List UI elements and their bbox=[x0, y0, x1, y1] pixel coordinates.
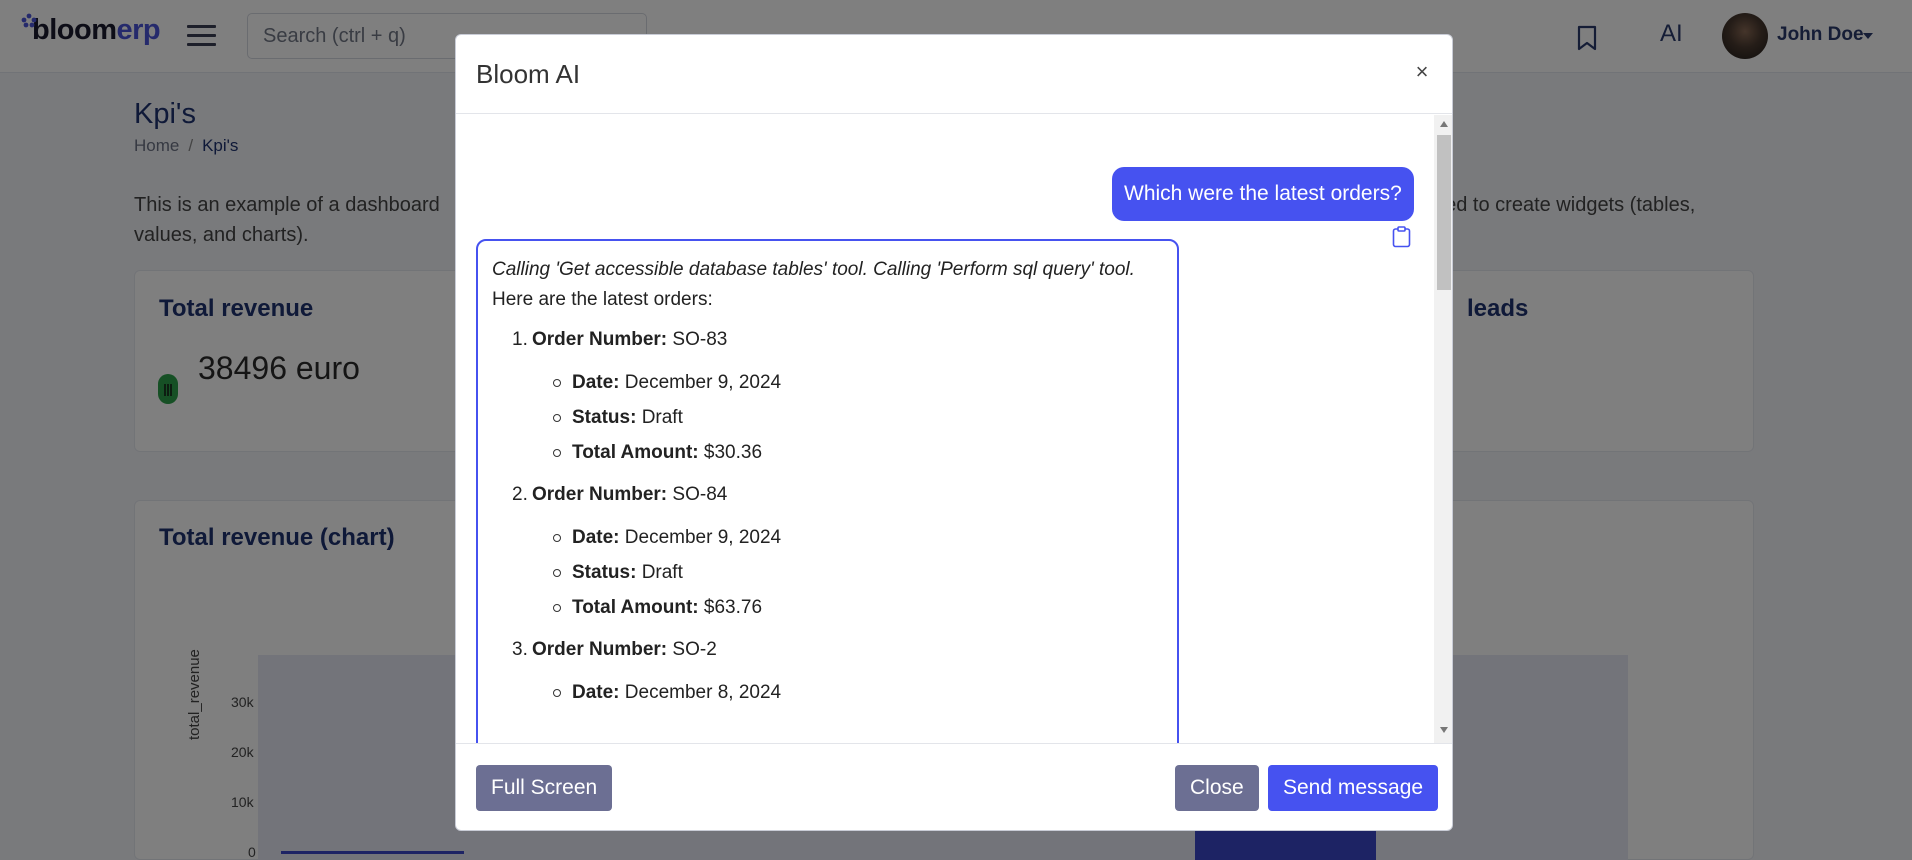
list-item: 3. Order Number: SO-2 Date: December 8, … bbox=[492, 635, 1163, 710]
scroll-thumb[interactable] bbox=[1437, 135, 1451, 290]
list-item: 2. Order Number: SO-84 Date: December 9,… bbox=[492, 480, 1163, 625]
list-item: 1. Order Number: SO-83 Date: December 9,… bbox=[492, 325, 1163, 470]
order-detail: Total Amount: $30.36 bbox=[553, 435, 1163, 470]
order-detail: Status: Draft bbox=[553, 400, 1163, 435]
send-message-button[interactable]: Send message bbox=[1268, 765, 1439, 811]
user-message-bubble: Which were the latest orders? bbox=[1112, 167, 1414, 221]
scroll-up-icon[interactable] bbox=[1440, 121, 1448, 127]
scrollbar[interactable] bbox=[1434, 115, 1452, 743]
modal-footer: Full Screen Close Send message bbox=[456, 743, 1452, 830]
close-icon[interactable]: × bbox=[1411, 61, 1433, 84]
order-detail: Date: December 9, 2024 bbox=[553, 520, 1163, 555]
order-number: SO-2 bbox=[672, 639, 717, 660]
modal-title: Bloom AI bbox=[476, 59, 581, 89]
order-number: SO-83 bbox=[672, 329, 728, 350]
order-number: SO-84 bbox=[672, 484, 728, 505]
clipboard-icon[interactable] bbox=[1392, 226, 1411, 248]
tool-call-text: Calling 'Get accessible database tables'… bbox=[492, 259, 1135, 280]
order-detail: Date: December 8, 2024 bbox=[553, 675, 1163, 710]
order-detail: Status: Draft bbox=[553, 555, 1163, 590]
modal-header: Bloom AI × bbox=[456, 35, 1452, 114]
orders-list: 1. Order Number: SO-83 Date: December 9,… bbox=[492, 325, 1163, 710]
scroll-down-icon[interactable] bbox=[1440, 727, 1448, 733]
response-intro: Here are the latest orders: bbox=[492, 289, 713, 310]
bloom-ai-modal: Bloom AI × Which were the latest orders?… bbox=[455, 34, 1453, 831]
close-button[interactable]: Close bbox=[1175, 765, 1259, 811]
order-detail: Date: December 9, 2024 bbox=[553, 365, 1163, 400]
full-screen-button[interactable]: Full Screen bbox=[476, 765, 613, 811]
order-detail: Total Amount: $63.76 bbox=[553, 590, 1163, 625]
chat-body[interactable]: Which were the latest orders? Calling 'G… bbox=[456, 115, 1452, 743]
ai-response-bubble: Calling 'Get accessible database tables'… bbox=[476, 239, 1179, 743]
